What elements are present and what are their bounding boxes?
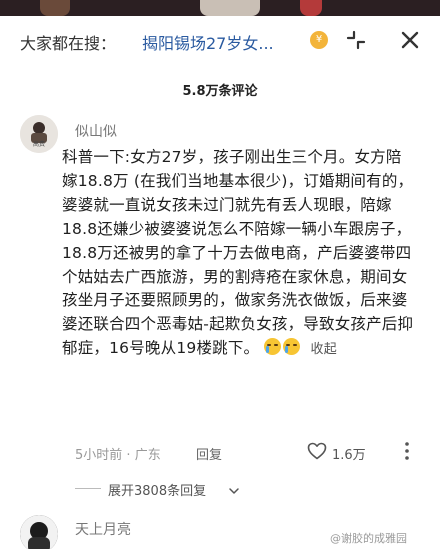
video-frame-detail xyxy=(40,0,70,16)
like-count: 1.6万 xyxy=(332,448,366,463)
chevron-down-icon[interactable] xyxy=(228,482,240,494)
close-icon[interactable] xyxy=(397,27,423,53)
crying-face-emoji xyxy=(283,338,301,356)
comment-text: 科普一下:女方27岁，孩子刚出生三个月。女方陪嫁18.8万 (在我们当地基本很少… xyxy=(62,148,414,358)
next-comment-username[interactable]: 天上月亮 xyxy=(75,519,131,539)
collapse-text-link[interactable]: 收起 xyxy=(311,342,337,357)
reply-button[interactable]: 回复 xyxy=(196,444,222,463)
avatar-image xyxy=(20,515,58,549)
meta-separator: · xyxy=(126,448,135,463)
search-prefix-label: 大家都在搜： xyxy=(20,34,117,53)
avatar-caption: 高费 xyxy=(32,141,45,148)
avatar[interactable] xyxy=(20,515,58,549)
search-suggestion-link[interactable]: 揭阳锡场27岁女... xyxy=(142,30,274,54)
yuan-coin-icon: ¥ xyxy=(310,31,328,49)
video-frame-detail xyxy=(200,0,260,16)
search-suggestion-bar: 大家都在搜： 揭阳锡场27岁女... ¥ xyxy=(0,16,440,66)
collapse-arrows-icon[interactable] xyxy=(343,27,369,53)
expand-divider xyxy=(75,488,101,489)
comment-username[interactable]: 似山似 xyxy=(75,121,117,141)
video-frame-detail xyxy=(300,0,322,16)
avatar[interactable]: 高费 xyxy=(20,115,58,153)
more-options-icon[interactable] xyxy=(398,440,416,462)
crying-face-emoji xyxy=(264,338,282,356)
video-strip xyxy=(0,0,440,16)
watermark: @谢胶的成雅园 xyxy=(330,532,407,545)
comment-time: 5小时前 xyxy=(75,448,123,463)
comment-count-header: 5.8万条评论 xyxy=(182,84,258,99)
comment-body: 科普一下:女方27岁，孩子刚出生三个月。女方陪嫁18.8万 (在我们当地基本很少… xyxy=(62,146,414,362)
heart-icon[interactable] xyxy=(307,442,327,460)
comment-meta: 5小时前 · 广东 xyxy=(75,444,161,463)
expand-replies-button[interactable]: 展开3808条回复 xyxy=(108,480,206,499)
comment-location: 广东 xyxy=(134,448,161,463)
